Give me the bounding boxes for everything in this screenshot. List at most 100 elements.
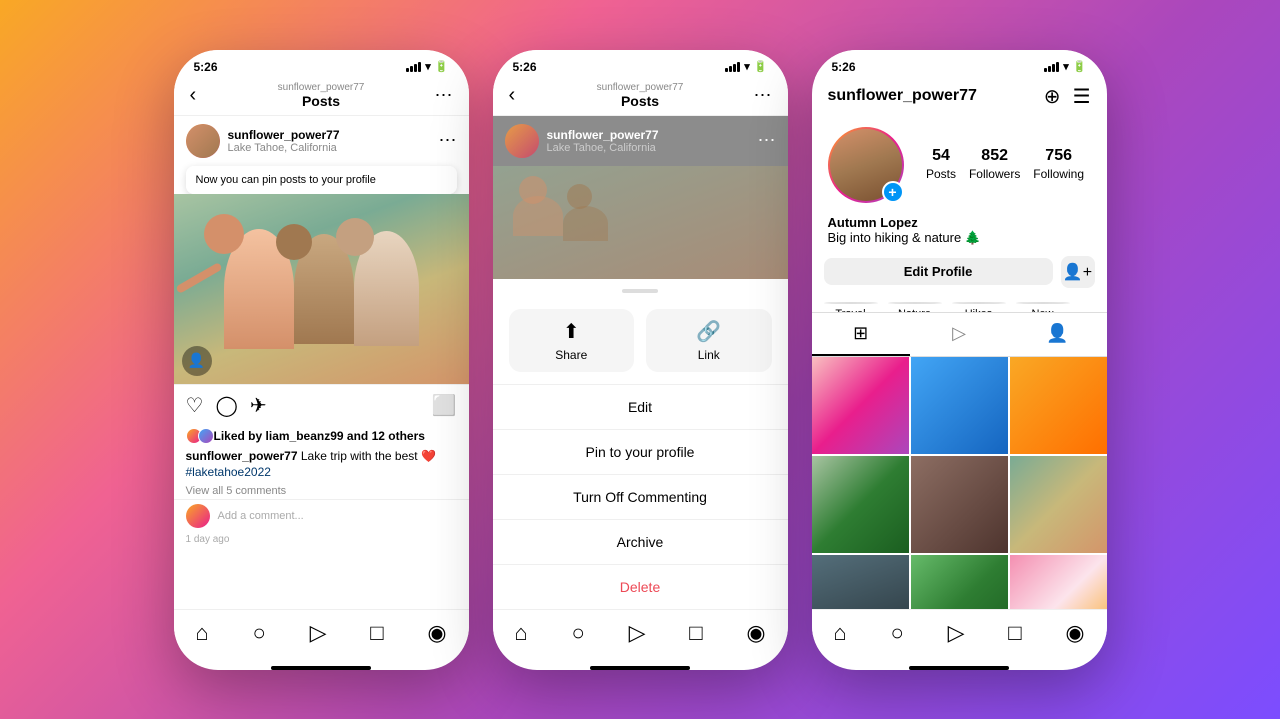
wifi-icon-3: ▾ — [1063, 60, 1069, 73]
nav-home-2[interactable]: ⌂ — [514, 620, 527, 646]
view-comments-1[interactable]: View all 5 comments — [174, 483, 469, 499]
more-button-2[interactable]: ⋯ — [754, 85, 772, 106]
nav-header-2: ‹ sunflower_power77 Posts ⋯ — [493, 78, 788, 116]
phone-2: 5:26 ▾ 🔋 ‹ sunflower_power77 Posts ⋯ — [493, 50, 788, 670]
pin-tooltip: Now you can pin posts to your profile — [186, 166, 457, 194]
nav-title-2: Posts — [597, 93, 684, 109]
phone2-dimmed-content: sunflower_power77 Lake Tahoe, California… — [493, 116, 788, 662]
comment-input[interactable]: Add a comment... — [218, 510, 457, 522]
profile-icons: ⊕ ☰ — [1044, 84, 1091, 109]
post-caption-1: sunflower_power77 Lake trip with the bes… — [174, 446, 469, 484]
link-icon: 🔗 — [696, 319, 721, 344]
tab-reels[interactable]: ▷ — [910, 313, 1008, 356]
share-button-1[interactable]: ✈ — [250, 393, 267, 418]
nav-subtitle-1: sunflower_power77 — [278, 82, 365, 93]
profile-content: sunflower_power77 ⊕ ☰ + 54 Posts 852 — [812, 78, 1107, 609]
caption-hashtag[interactable]: #laketahoe2022 — [186, 465, 271, 479]
bio-text: Big into hiking & nature 🌲 — [828, 230, 1091, 246]
sheet-delete-item[interactable]: Delete — [493, 565, 788, 609]
nav-home-1[interactable]: ⌂ — [195, 620, 208, 646]
nav-profile-3[interactable]: ◉ — [1065, 620, 1084, 646]
dimmed-location: Lake Tahoe, California — [547, 142, 750, 154]
nav-title-block-1: sunflower_power77 Posts — [278, 82, 365, 109]
profile-avatar-wrap: + — [828, 127, 904, 203]
nav-shop-1[interactable]: □ — [370, 620, 383, 646]
grid-photo-3[interactable] — [1010, 357, 1107, 454]
sheet-commenting-item[interactable]: Turn Off Commenting — [493, 475, 788, 520]
nav-title-block-2: sunflower_power77 Posts — [597, 82, 684, 109]
post-header-1: sunflower_power77 Lake Tahoe, California… — [174, 116, 469, 166]
battery-icon: 🔋 — [435, 60, 449, 73]
phone-3: 5:26 ▾ 🔋 sunflower_power77 ⊕ ☰ — [812, 50, 1107, 670]
sheet-pin-item[interactable]: Pin to your profile — [493, 430, 788, 475]
caption-username[interactable]: sunflower_power77 — [186, 449, 298, 463]
sheet-share-btn[interactable]: ⬆ Share — [509, 309, 635, 372]
post-username-1[interactable]: sunflower_power77 — [228, 128, 431, 142]
post-more-1[interactable]: ⋯ — [439, 130, 457, 151]
share-label: Share — [555, 348, 587, 362]
post-image-overlay: 👤 — [182, 346, 212, 376]
tab-tagged[interactable]: 👤 — [1008, 313, 1106, 356]
profile-header-top: sunflower_power77 ⊕ ☰ — [812, 78, 1107, 115]
grid-photo-6[interactable] — [1010, 456, 1107, 553]
bottom-sheet: ⬆ Share 🔗 Link Edit Pin to your profile … — [493, 279, 788, 609]
profile-stats-row: + 54 Posts 852 Followers 756 Following — [812, 115, 1107, 215]
back-button-2[interactable]: ‹ — [509, 84, 516, 107]
caption-text: Lake trip with the best ❤️ — [301, 449, 436, 463]
add-post-icon[interactable]: ⊕ — [1044, 84, 1061, 109]
nav-profile-1[interactable]: ◉ — [427, 620, 446, 646]
nav-profile-2[interactable]: ◉ — [746, 620, 765, 646]
post-image-1: 👤 — [174, 194, 469, 384]
wifi-icon-2: ▾ — [744, 60, 750, 73]
grid-photo-1[interactable] — [812, 357, 909, 454]
sheet-link-btn[interactable]: 🔗 Link — [646, 309, 772, 372]
grid-photo-8[interactable] — [911, 555, 1008, 609]
time-ago-1: 1 day ago — [174, 532, 469, 547]
sheet-archive-item[interactable]: Archive — [493, 520, 788, 565]
nav-home-3[interactable]: ⌂ — [833, 620, 846, 646]
tab-grid[interactable]: ⊞ — [812, 313, 910, 356]
stat-followers[interactable]: 852 Followers — [969, 147, 1020, 183]
comment-avatar — [186, 504, 210, 528]
nav-reels-2[interactable]: ▷ — [629, 620, 646, 646]
nav-shop-3[interactable]: □ — [1008, 620, 1021, 646]
like-button-1[interactable]: ♡ — [186, 393, 204, 418]
signal-icon-2 — [725, 62, 740, 72]
grid-photo-2[interactable] — [911, 357, 1008, 454]
edit-profile-button[interactable]: Edit Profile — [824, 258, 1053, 285]
nav-reels-1[interactable]: ▷ — [310, 620, 327, 646]
grid-photo-5[interactable] — [911, 456, 1008, 553]
status-time-3: 5:26 — [832, 60, 856, 74]
stat-posts[interactable]: 54 Posts — [926, 147, 956, 183]
nav-search-1[interactable]: ○ — [252, 620, 265, 646]
nav-shop-2[interactable]: □ — [689, 620, 702, 646]
status-time-2: 5:26 — [513, 60, 537, 74]
likes-text-1: Liked by liam_beanz99 and 12 others — [214, 429, 425, 443]
menu-icon[interactable]: ☰ — [1073, 84, 1091, 109]
back-button-1[interactable]: ‹ — [190, 84, 197, 107]
nav-subtitle-2: sunflower_power77 — [597, 82, 684, 93]
nav-search-3[interactable]: ○ — [890, 620, 903, 646]
nav-search-2[interactable]: ○ — [571, 620, 584, 646]
status-icons-3: ▾ 🔋 — [1044, 60, 1086, 73]
photo-grid — [812, 357, 1107, 609]
posts-count: 54 — [926, 147, 956, 165]
plus-badge[interactable]: + — [882, 181, 904, 203]
grid-photo-9[interactable] — [1010, 555, 1107, 609]
more-button-1[interactable]: ⋯ — [435, 85, 453, 106]
add-person-button[interactable]: 👤+ — [1061, 256, 1095, 288]
grid-photo-7[interactable] — [812, 555, 909, 609]
profile-edit-row: Edit Profile 👤+ — [812, 256, 1107, 298]
dimmed-avatar — [505, 124, 539, 158]
bookmark-button-1[interactable]: ⬜ — [432, 393, 457, 418]
nav-header-1: ‹ sunflower_power77 Posts ⋯ — [174, 78, 469, 116]
grid-photo-4[interactable] — [812, 456, 909, 553]
like-avatars — [186, 428, 210, 444]
share-icon: ⬆ — [563, 319, 580, 344]
comment-button-1[interactable]: ◯ — [215, 393, 237, 418]
followers-label: Followers — [969, 167, 1020, 181]
sheet-edit-item[interactable]: Edit — [493, 385, 788, 430]
dimmed-username: sunflower_power77 — [547, 128, 750, 142]
stat-following[interactable]: 756 Following — [1033, 147, 1084, 183]
nav-reels-3[interactable]: ▷ — [948, 620, 965, 646]
